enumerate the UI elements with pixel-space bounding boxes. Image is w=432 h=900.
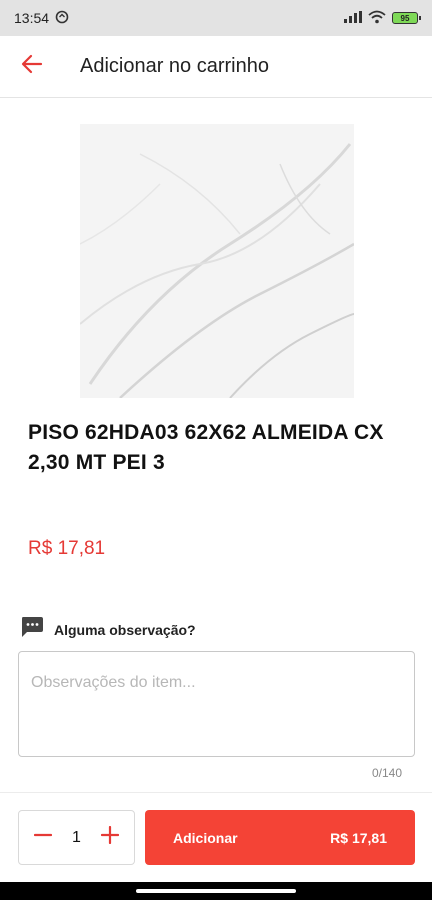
back-button[interactable] — [0, 36, 64, 98]
home-handle[interactable] — [136, 889, 296, 893]
add-to-cart-button[interactable]: Adicionar R$ 17,81 — [145, 810, 415, 865]
status-left: 13:54 — [14, 10, 69, 27]
quantity-stepper: 1 — [18, 810, 135, 865]
product-image — [80, 124, 354, 398]
arrow-left-icon — [21, 53, 43, 80]
observation-label: Alguma observação? — [54, 621, 196, 638]
signal-icon — [344, 10, 362, 26]
increase-button[interactable] — [98, 825, 122, 850]
status-time: 13:54 — [14, 10, 50, 26]
observation-header: Alguma observação? — [20, 616, 196, 643]
product-price: R$ 17,81 — [28, 538, 106, 559]
minus-icon — [33, 826, 53, 849]
observation-input[interactable] — [18, 651, 415, 757]
char-counter: 0/140 — [371, 766, 402, 780]
bottom-divider — [0, 792, 432, 793]
wifi-icon — [368, 10, 386, 27]
plus-icon — [100, 825, 120, 849]
sync-icon — [55, 10, 69, 27]
decrease-button[interactable] — [31, 826, 55, 850]
battery-icon: 95 — [392, 12, 421, 24]
page-title: Adicionar no carrinho — [80, 55, 269, 77]
product-name: PISO 62HDA03 62X62 ALMEIDA CX 2,30 MT PE… — [28, 421, 384, 474]
quantity-value: 1 — [72, 828, 81, 846]
system-nav-bar — [0, 882, 432, 900]
app-bar: Adicionar no carrinho — [0, 36, 432, 98]
status-bar: 13:54 95 — [0, 0, 432, 36]
add-button-label: Adicionar — [173, 829, 238, 846]
status-right: 95 — [344, 10, 421, 27]
add-button-price: R$ 17,81 — [330, 829, 387, 846]
chat-bubble-icon — [20, 616, 44, 643]
